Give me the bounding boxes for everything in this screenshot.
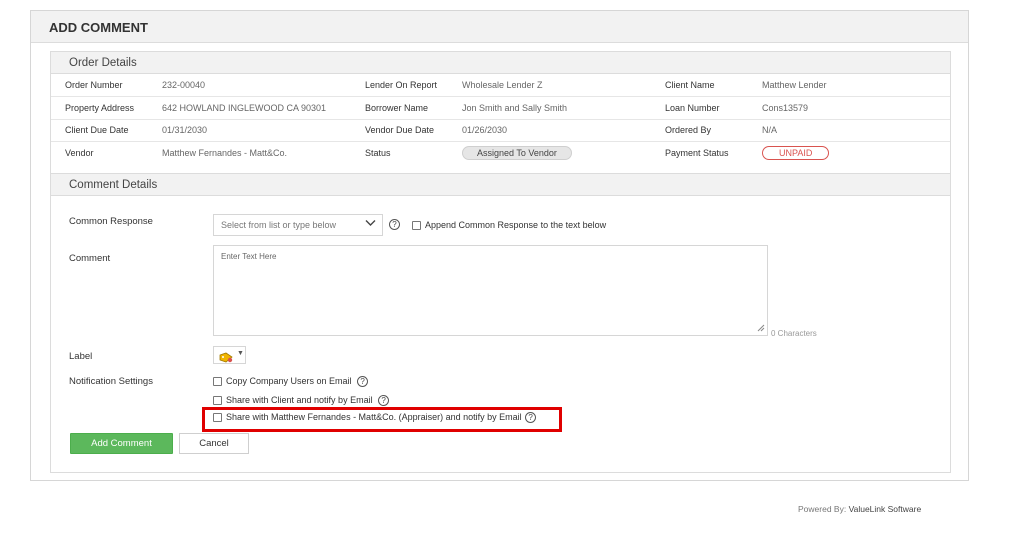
borrower-name-label: Borrower Name bbox=[365, 96, 462, 120]
client-name-label: Client Name bbox=[665, 74, 762, 97]
vendor-value: Matthew Fernandes - Matt&Co. bbox=[162, 148, 288, 158]
ordered-by-value: N/A bbox=[762, 119, 950, 142]
client-due-date-value: 01/31/2030 bbox=[162, 119, 365, 142]
order-number-label: Order Number bbox=[65, 74, 162, 97]
order-number-value: 232-00040 bbox=[162, 74, 365, 97]
comment-textarea[interactable]: Enter Text Here bbox=[213, 245, 768, 336]
order-details-table: Order Number 232-00040 Lender On Report … bbox=[51, 74, 950, 164]
vendor-label: Vendor bbox=[65, 148, 94, 158]
lender-on-report-value: Wholesale Lender Z bbox=[462, 74, 665, 97]
copy-company-users-checkbox[interactable] bbox=[213, 377, 222, 387]
label-picker-button[interactable]: ▼ bbox=[213, 346, 246, 364]
table-row: Order Number 232-00040 Lender On Report … bbox=[51, 74, 950, 97]
cancel-button[interactable]: Cancel bbox=[179, 433, 249, 454]
property-address-value: 642 HOWLAND INGLEWOOD CA 90301 bbox=[162, 96, 365, 120]
client-due-date-label: Client Due Date bbox=[65, 119, 162, 142]
highlight-box bbox=[202, 407, 562, 432]
share-with-client-option[interactable]: Share with Client and notify by Email ? bbox=[213, 395, 390, 407]
resize-handle-icon[interactable] bbox=[757, 324, 765, 334]
caret-down-icon: ▼ bbox=[237, 350, 244, 357]
table-row: Property Address 642 HOWLAND INGLEWOOD C… bbox=[51, 96, 950, 120]
ordered-by-label: Ordered By bbox=[665, 119, 762, 142]
comment-label: Comment bbox=[69, 253, 111, 264]
help-icon[interactable]: ? bbox=[357, 376, 369, 388]
loan-number-label: Loan Number bbox=[665, 96, 762, 120]
common-response-select[interactable]: Select from list or type below bbox=[213, 214, 383, 236]
chevron-down-icon bbox=[365, 219, 376, 230]
common-response-placeholder: Select from list or type below bbox=[221, 220, 337, 230]
client-name-value: Matthew Lender bbox=[762, 74, 950, 97]
vendor-due-date-value: 01/26/2030 bbox=[462, 119, 665, 142]
character-count: 0 Characters bbox=[771, 329, 817, 338]
comment-details-panel: Comment Details Common Response Select f… bbox=[50, 173, 951, 473]
status-badge: Assigned To Vendor bbox=[462, 146, 572, 160]
tag-icon bbox=[219, 350, 234, 368]
add-comment-panel: ADD COMMENT Order Details Order Number 2… bbox=[30, 10, 969, 481]
brand-link[interactable]: ValueLink Software bbox=[849, 504, 922, 514]
notification-settings-label: Notification Settings bbox=[69, 376, 153, 387]
copy-company-users-label: Copy Company Users on Email bbox=[226, 376, 352, 386]
add-comment-button[interactable]: Add Comment bbox=[70, 433, 173, 454]
comment-details-heading: Comment Details bbox=[51, 174, 950, 196]
powered-by-prefix: Powered By: bbox=[798, 504, 847, 514]
comment-placeholder: Enter Text Here bbox=[221, 252, 277, 261]
copy-company-users-option[interactable]: Copy Company Users on Email ? bbox=[213, 376, 369, 388]
loan-number-value: Cons13579 bbox=[762, 96, 950, 120]
status-label: Status bbox=[365, 148, 391, 158]
order-details-heading: Order Details bbox=[51, 52, 950, 74]
label-field-label: Label bbox=[69, 351, 93, 362]
share-with-client-label: Share with Client and notify by Email bbox=[226, 395, 373, 405]
payment-status-label: Payment Status bbox=[665, 148, 729, 158]
table-row: Client Due Date 01/31/2030 Vendor Due Da… bbox=[51, 119, 950, 142]
table-row: Vendor Matthew Fernandes - Matt&Co. Stat… bbox=[51, 142, 950, 165]
help-icon[interactable]: ? bbox=[389, 219, 400, 230]
order-details-panel: Order Details Order Number 232-00040 Len… bbox=[50, 51, 951, 176]
share-with-client-checkbox[interactable] bbox=[213, 396, 222, 406]
page-title: ADD COMMENT bbox=[31, 11, 968, 43]
lender-on-report-label: Lender On Report bbox=[365, 74, 462, 97]
append-common-response-option[interactable]: Append Common Response to the text below bbox=[412, 220, 607, 231]
help-icon[interactable]: ? bbox=[378, 395, 390, 407]
vendor-due-date-label: Vendor Due Date bbox=[365, 119, 462, 142]
property-address-label: Property Address bbox=[65, 96, 162, 120]
common-response-label: Common Response bbox=[69, 216, 153, 227]
append-common-response-label: Append Common Response to the text below bbox=[425, 220, 607, 230]
powered-by-footer: Powered By: ValueLink Software bbox=[798, 504, 921, 514]
borrower-name-value: Jon Smith and Sally Smith bbox=[462, 96, 665, 120]
append-common-response-checkbox[interactable] bbox=[412, 221, 421, 231]
payment-status-badge: UNPAID bbox=[762, 146, 830, 160]
